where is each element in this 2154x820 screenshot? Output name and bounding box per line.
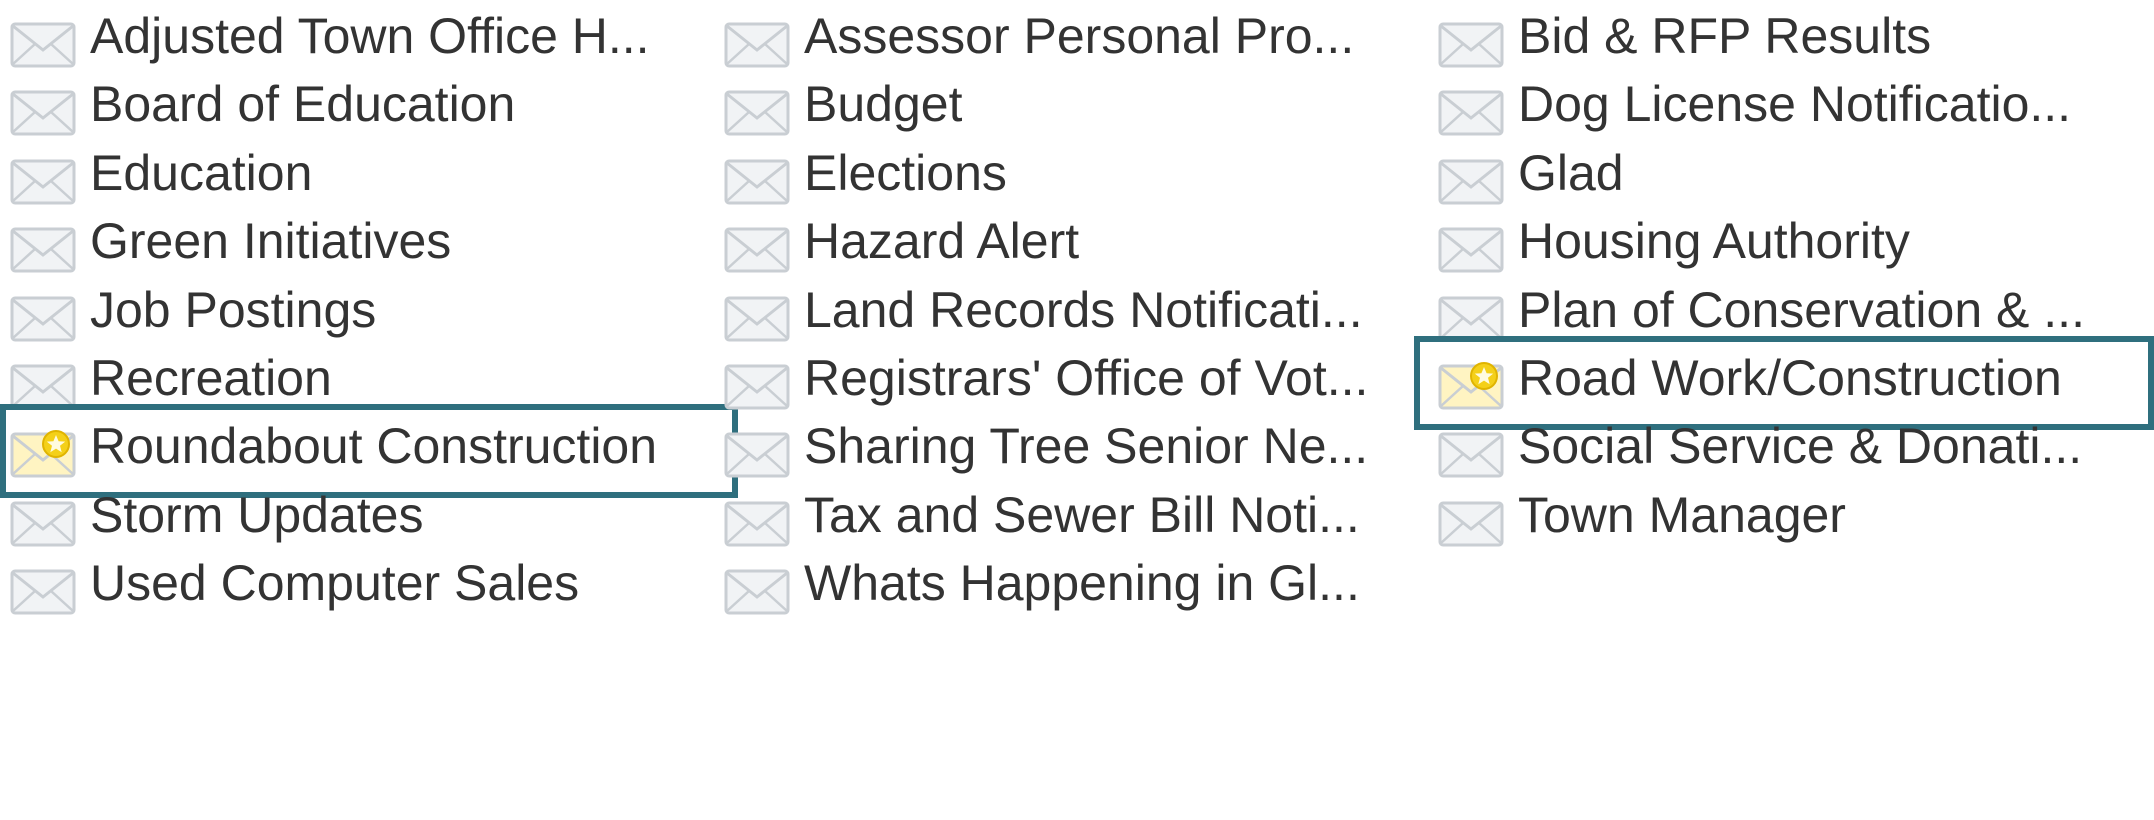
subscription-label: Glad [1518, 144, 1624, 201]
subscription-list: Adjusted Town Office H... Board of Educat… [0, 0, 2154, 820]
subscription-label: Sharing Tree Senior Ne... [804, 418, 1369, 475]
subscription-label: Used Computer Sales [90, 555, 580, 612]
subscription-label: Town Manager [1518, 486, 1846, 543]
subscription-label: Road Work/Construction [1518, 350, 2062, 406]
subscription-label: Tax and Sewer Bill Noti... [804, 486, 1360, 543]
subscription-label: Bid & RFP Results [1518, 8, 1932, 64]
subscription-label: Land Records Notificati... [804, 281, 1363, 338]
subscription-item[interactable]: Town Manager [1428, 473, 2154, 567]
envelope-icon [1438, 497, 1506, 549]
subscription-label: Storm Updates [90, 486, 424, 543]
subscription-label: Hazard Alert [804, 213, 1080, 270]
subscription-label: Dog License Notificatio... [1518, 76, 2072, 133]
subscription-label: Whats Happening in Gl... [804, 555, 1360, 612]
subscription-label: Education [90, 144, 313, 201]
subscription-label: Housing Authority [1518, 213, 1910, 270]
subscription-label: Board of Education [90, 76, 516, 133]
subscription-item[interactable]: Whats Happening in Gl... [714, 541, 1428, 635]
subscription-item[interactable]: Used Computer Sales [0, 541, 714, 635]
subscription-label: Elections [804, 144, 1007, 201]
subscription-label: Social Service & Donati... [1518, 418, 2083, 475]
envelope-icon [724, 565, 792, 617]
subscription-label: Recreation [90, 350, 332, 406]
envelope-icon [10, 565, 78, 617]
subscription-label: Budget [804, 76, 963, 133]
subscription-label: Registrars' Office of Vot... [804, 350, 1369, 406]
subscription-label: Adjusted Town Office H... [90, 8, 650, 64]
subscription-label: Plan of Conservation & ... [1518, 281, 2085, 338]
subscription-label: Job Postings [90, 281, 377, 338]
subscription-label: Green Initiatives [90, 213, 452, 270]
subscription-label: Assessor Personal Pro... [804, 8, 1355, 64]
subscription-label: Roundabout Construction [90, 418, 658, 475]
